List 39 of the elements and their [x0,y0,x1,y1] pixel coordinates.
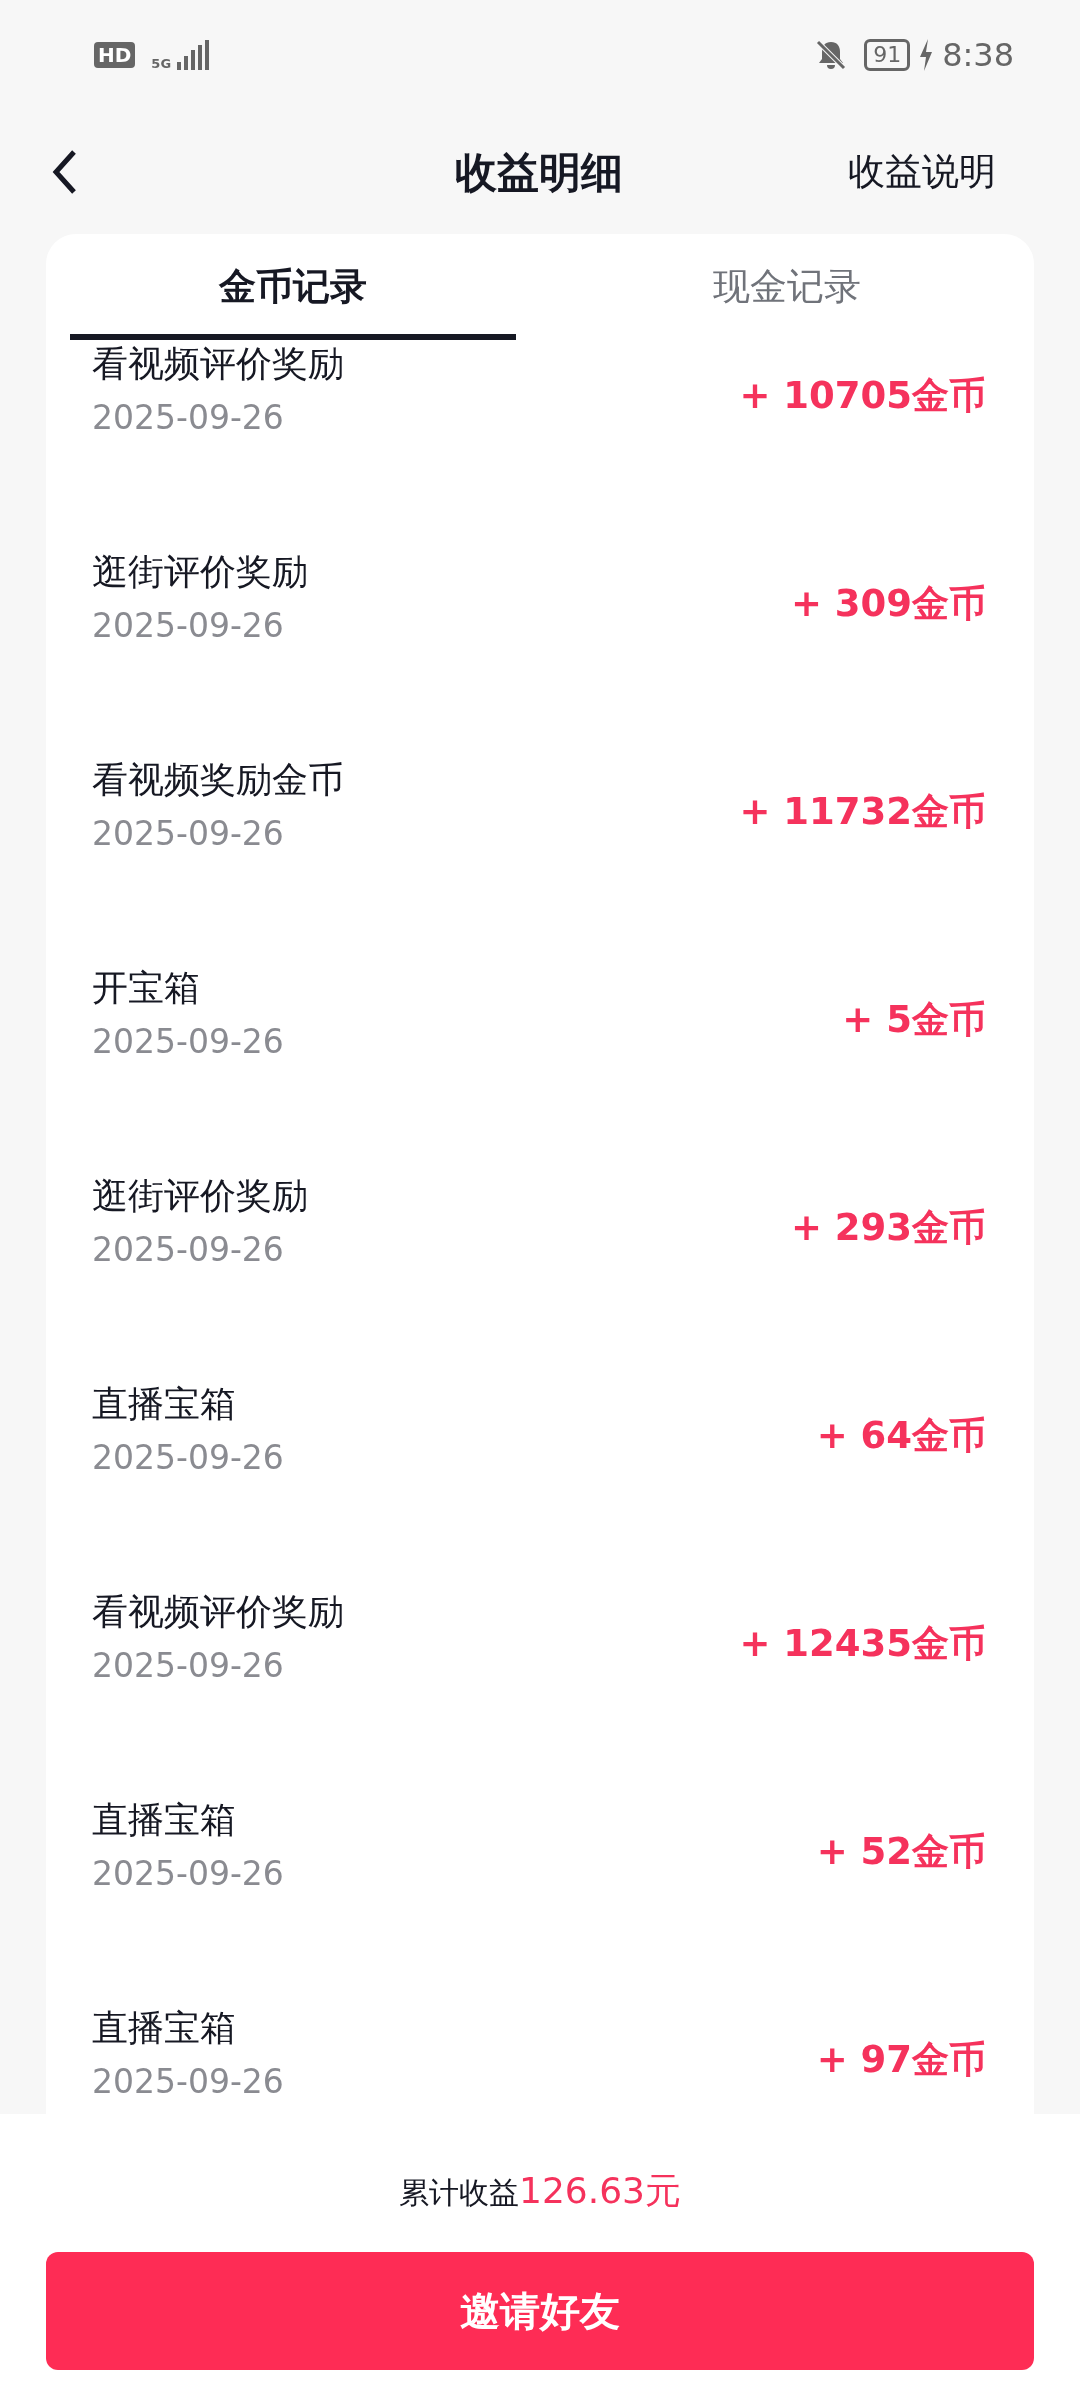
total-label: 累计收益 [399,2175,519,2210]
coin-amount: + 52金币 [816,1829,986,1875]
record-title: 直播宝箱 [92,1798,237,1842]
record-date: 2025-09-26 [92,1437,284,1479]
battery-level: 91 [864,38,911,72]
record-title: 看视频奖励金币 [92,758,344,802]
total-value: 126.63元 [519,2170,681,2211]
coin-amount: + 5金币 [842,997,986,1043]
record-date: 2025-09-26 [92,1229,285,1271]
record-title: 直播宝箱 [92,2006,237,2050]
info-link[interactable]: 收益说明 [848,144,996,200]
record-date: 2025-09-26 [92,1853,284,1895]
record-date: 2025-09-26 [92,605,285,647]
coin-amount: + 64金币 [816,1413,986,1459]
page-title: 收益明细 [455,146,623,199]
coin-amount: + 97金币 [816,2037,986,2083]
coin-amount: + 10705金币 [739,373,986,419]
tab[interactable]: 金币记录 [46,234,540,340]
coin-amount: + 12435金币 [739,1621,986,1667]
network-type: 5G [151,57,172,70]
coin-amount: + 11732金币 [739,789,986,835]
record-title: 开宝箱 [92,966,201,1010]
network-badge: HD [94,42,136,68]
record-date: 2025-09-26 [92,813,285,855]
record-date: 2025-09-26 [92,397,285,439]
record-title: 直播宝箱 [92,1382,237,1426]
invite-button[interactable]: 邀请好友 [46,2252,1034,2370]
record-title: 看视频评价奖励 [92,342,344,386]
record-date: 2025-09-26 [92,2061,284,2103]
record-date: 2025-09-26 [92,1645,285,1687]
coin-amount: + 293金币 [790,1205,986,1251]
record-title: 逛街评价奖励 [92,1174,308,1218]
tab[interactable]: 现金记录 [540,234,1034,340]
record-date: 2025-09-26 [92,1021,284,1063]
signal-icon [175,40,210,70]
record-title: 逛街评价奖励 [92,550,308,594]
record-title: 看视频评价奖励 [92,1590,344,1634]
clock: 8:38 [942,35,1014,76]
coin-amount: + 309金币 [790,581,986,627]
